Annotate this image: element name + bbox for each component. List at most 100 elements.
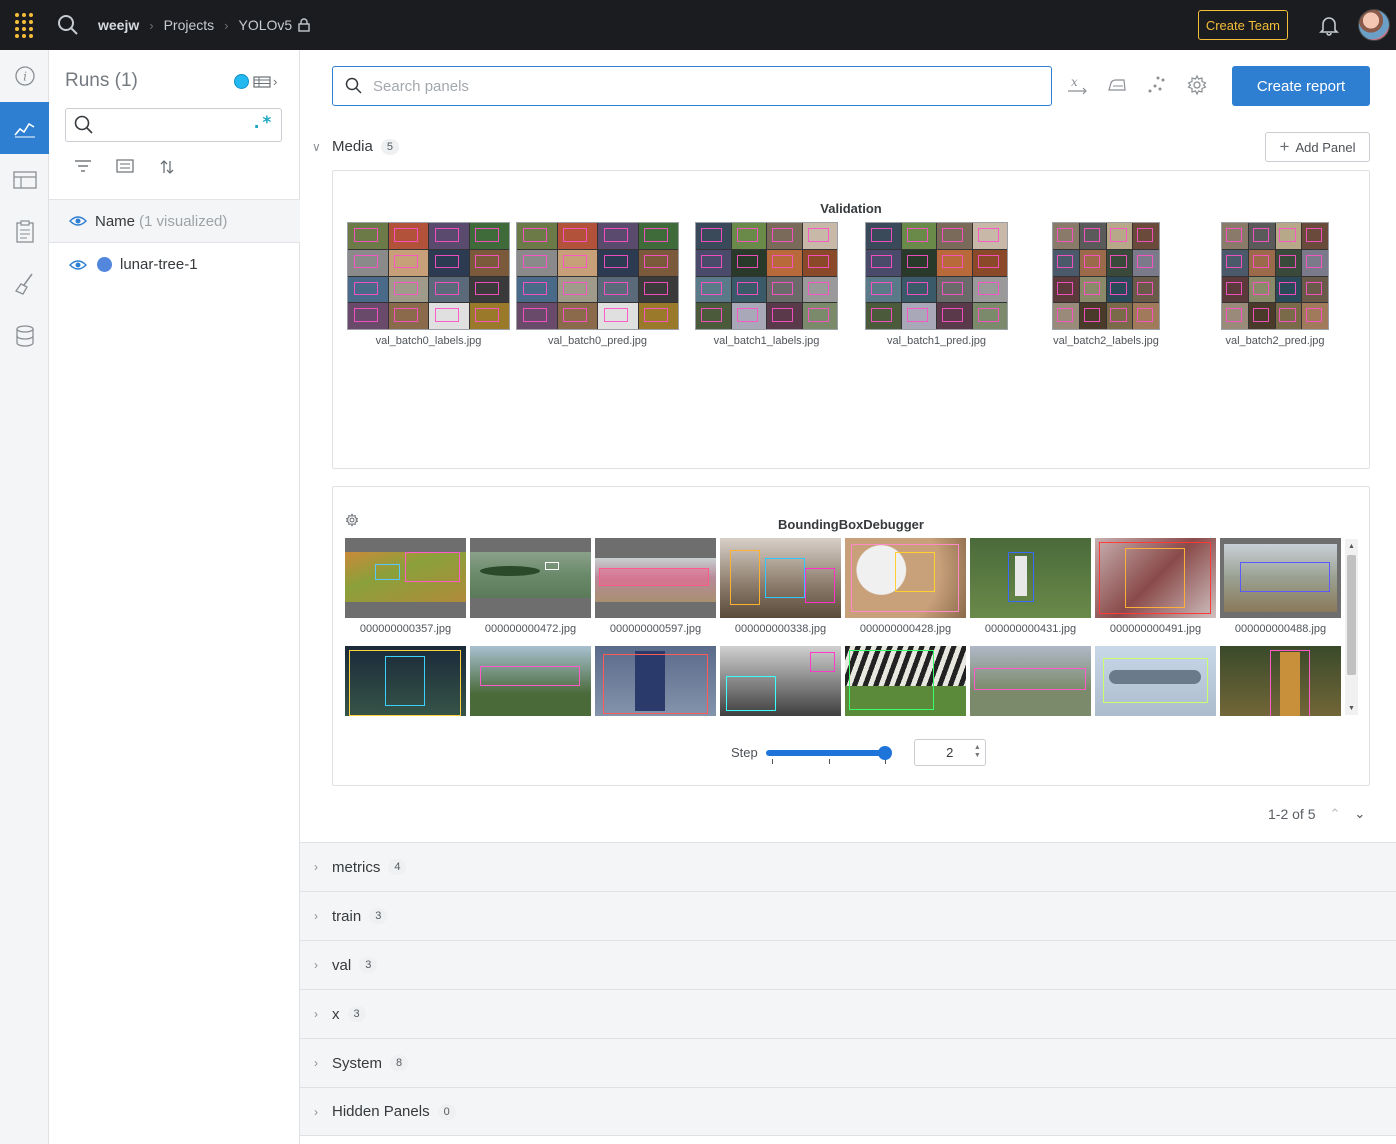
group-icon[interactable] bbox=[115, 158, 135, 176]
sweeps-broom-icon[interactable] bbox=[0, 258, 49, 310]
media-thumbnail[interactable]: val_batch1_pred.jpg bbox=[865, 222, 1008, 347]
section-title[interactable]: Hidden Panels bbox=[332, 1103, 430, 1120]
bbox-image[interactable]: 000000000428.jpg bbox=[845, 538, 966, 635]
bell-icon[interactable] bbox=[1318, 14, 1340, 36]
expand-chevron-icon[interactable]: › bbox=[273, 74, 277, 89]
bbox-image[interactable] bbox=[345, 646, 466, 716]
chevron-up-icon[interactable]: ⌃ bbox=[1329, 806, 1340, 822]
section-metrics[interactable]: › metrics 4 bbox=[300, 842, 1396, 891]
chevron-down-icon[interactable]: ∨ bbox=[312, 140, 326, 154]
step-slider-handle[interactable] bbox=[877, 745, 892, 760]
add-panel-button[interactable]: + Add Panel bbox=[1265, 132, 1370, 162]
section-title[interactable]: System bbox=[332, 1055, 382, 1072]
charts-icon[interactable] bbox=[0, 102, 49, 154]
section-title[interactable]: Media bbox=[332, 138, 373, 155]
section-count-badge: 3 bbox=[369, 908, 388, 924]
bbox-scrollbar[interactable]: ▲ ▼ bbox=[1345, 539, 1358, 715]
chevron-right-icon[interactable]: › bbox=[314, 860, 326, 874]
avatar[interactable] bbox=[1358, 9, 1390, 41]
bbox-image[interactable] bbox=[595, 646, 716, 716]
section-title[interactable]: metrics bbox=[332, 859, 380, 876]
column-name[interactable]: Name bbox=[95, 213, 135, 230]
artifacts-database-icon[interactable] bbox=[0, 310, 49, 362]
section-count-badge: 5 bbox=[380, 138, 399, 155]
chevron-right-icon[interactable]: › bbox=[314, 1105, 326, 1119]
top-bar: weejw › Projects › YOLOv5 Create Team bbox=[0, 0, 1396, 50]
media-caption: val_batch0_labels.jpg bbox=[375, 335, 482, 347]
breadcrumb-user[interactable]: weejw bbox=[98, 17, 139, 33]
table-icon[interactable] bbox=[0, 154, 49, 206]
gear-icon[interactable] bbox=[1186, 74, 1208, 96]
visualized-count: (1 visualized) bbox=[139, 212, 228, 230]
stepper-arrows-icon[interactable]: ▲ ▼ bbox=[974, 744, 981, 760]
x-axis-icon[interactable]: x bbox=[1066, 74, 1088, 96]
eye-icon[interactable] bbox=[69, 215, 87, 227]
breadcrumb-project[interactable]: YOLOv5 bbox=[239, 17, 293, 33]
media-thumbnail[interactable]: val_batch0_labels.jpg bbox=[347, 222, 510, 347]
runs-search-input[interactable]: .* bbox=[65, 108, 282, 142]
bbox-image[interactable]: 000000000431.jpg bbox=[970, 538, 1091, 635]
media-caption: val_batch1_pred.jpg bbox=[886, 335, 987, 347]
bbox-image[interactable]: 000000000597.jpg bbox=[595, 538, 716, 635]
chevron-right-icon[interactable]: › bbox=[314, 1056, 326, 1070]
chevron-down-icon[interactable]: ⌄ bbox=[1354, 806, 1365, 822]
bbox-image[interactable]: 000000000357.jpg bbox=[345, 538, 466, 635]
bbox-image[interactable]: 000000000338.jpg bbox=[720, 538, 841, 635]
bbox-image[interactable] bbox=[845, 646, 966, 716]
bbox-image[interactable]: 000000000491.jpg bbox=[1095, 538, 1216, 635]
media-thumbnail[interactable]: val_batch2_labels.jpg bbox=[1047, 222, 1165, 347]
section-title[interactable]: x bbox=[332, 1006, 340, 1023]
media-thumbnail[interactable]: val_batch0_pred.jpg bbox=[516, 222, 679, 347]
lock-icon bbox=[298, 18, 310, 32]
bbox-image[interactable] bbox=[470, 646, 591, 716]
section-train[interactable]: › train 3 bbox=[300, 891, 1396, 940]
breadcrumb-projects[interactable]: Projects bbox=[164, 17, 215, 33]
bbox-image[interactable] bbox=[720, 646, 841, 716]
reports-icon[interactable] bbox=[0, 206, 49, 258]
step-number-input[interactable]: 2 ▲ ▼ bbox=[913, 739, 986, 766]
panel-search-box[interactable] bbox=[332, 66, 1052, 106]
media-thumbnail[interactable]: val_batch2_pred.jpg bbox=[1216, 222, 1334, 347]
eye-icon[interactable] bbox=[69, 259, 87, 271]
panel-search-input[interactable] bbox=[373, 77, 1013, 95]
bbox-image[interactable] bbox=[970, 646, 1091, 716]
bbox-image[interactable] bbox=[1095, 646, 1216, 716]
section-title[interactable]: train bbox=[332, 908, 361, 925]
smoothing-iron-icon[interactable] bbox=[1106, 74, 1128, 96]
search-icon[interactable] bbox=[48, 0, 88, 50]
create-report-button[interactable]: Create report bbox=[1232, 66, 1370, 106]
section-media-header[interactable]: ∨ Media 5 bbox=[312, 138, 399, 155]
runs-color-toggle[interactable] bbox=[234, 74, 249, 89]
filter-icon[interactable] bbox=[73, 158, 93, 176]
chevron-right-icon[interactable]: › bbox=[314, 958, 326, 972]
regex-toggle-icon[interactable]: .* bbox=[252, 113, 272, 133]
bbox-image[interactable]: 000000000488.jpg bbox=[1220, 538, 1341, 635]
scroll-thumb[interactable] bbox=[1347, 555, 1356, 675]
info-icon[interactable]: i bbox=[0, 50, 49, 102]
bbox-image-caption: 000000000357.jpg bbox=[359, 623, 452, 635]
step-slider[interactable] bbox=[765, 743, 892, 764]
run-color-dot[interactable] bbox=[97, 257, 112, 272]
bbox-image[interactable] bbox=[1220, 646, 1341, 716]
wandb-logo-icon[interactable] bbox=[0, 0, 48, 50]
media-thumbnail[interactable]: val_batch1_labels.jpg bbox=[695, 222, 838, 347]
section-x[interactable]: › x 3 bbox=[300, 989, 1396, 1038]
section-title[interactable]: val bbox=[332, 957, 351, 974]
chevron-right-icon[interactable]: › bbox=[314, 909, 326, 923]
section-hidden-panels[interactable]: › Hidden Panels 0 bbox=[300, 1087, 1396, 1136]
scroll-down-icon[interactable]: ▼ bbox=[1345, 701, 1358, 715]
run-row[interactable]: lunar-tree-1 bbox=[69, 256, 198, 273]
create-team-button[interactable]: Create Team bbox=[1197, 10, 1288, 40]
bounding-box-debugger-panel[interactable]: BoundingBoxDebugger 000000000357.jpg 000… bbox=[332, 486, 1370, 786]
scroll-up-icon[interactable]: ▲ bbox=[1345, 539, 1358, 553]
validation-media-panel[interactable]: Validation val_batch0_labels.jpg val_bat… bbox=[332, 170, 1370, 469]
run-name[interactable]: lunar-tree-1 bbox=[120, 256, 198, 273]
table-view-icon[interactable] bbox=[253, 75, 271, 89]
section-val[interactable]: › val 3 bbox=[300, 940, 1396, 989]
sort-icon[interactable] bbox=[157, 158, 177, 176]
outliers-scatter-icon[interactable] bbox=[1146, 74, 1168, 96]
bbox-image[interactable]: 000000000472.jpg bbox=[470, 538, 591, 635]
search-icon bbox=[345, 77, 363, 95]
chevron-right-icon[interactable]: › bbox=[314, 1007, 326, 1021]
section-system[interactable]: › System 8 bbox=[300, 1038, 1396, 1087]
